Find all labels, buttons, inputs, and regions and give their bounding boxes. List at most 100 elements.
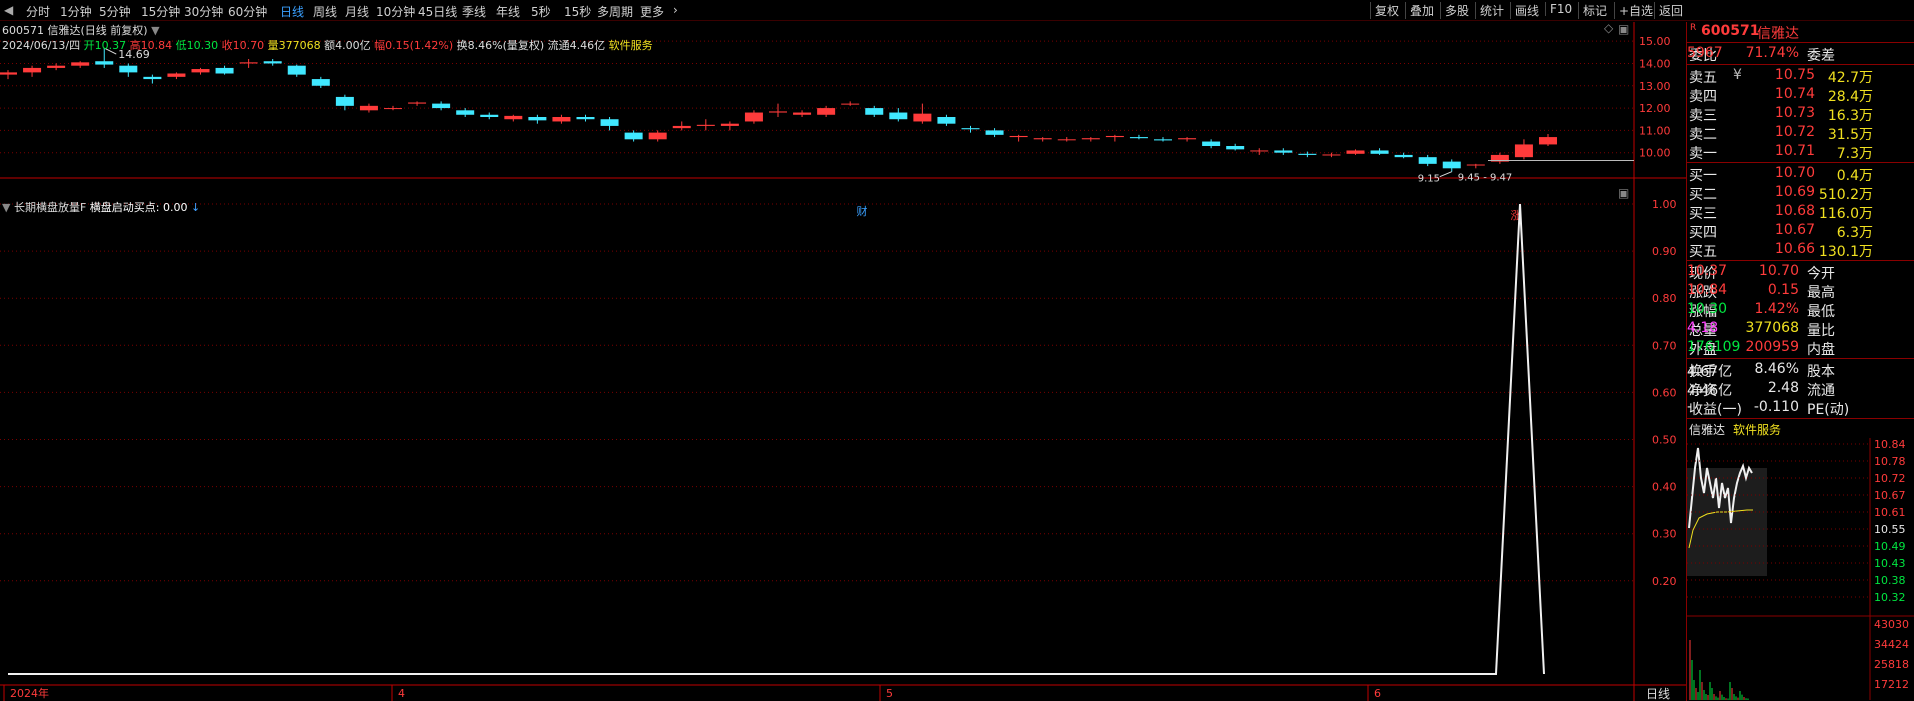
candle-body[interactable] (335, 96, 354, 106)
candle-body[interactable] (624, 132, 643, 140)
info-service[interactable]: 软件服务 (609, 39, 653, 52)
candle-body[interactable] (1514, 144, 1533, 158)
candle-body[interactable] (1322, 154, 1341, 156)
candle-body[interactable] (1346, 150, 1365, 154)
candle-body[interactable] (47, 65, 66, 68)
period-tab-5[interactable]: 60分钟 (228, 3, 267, 20)
mini-service[interactable]: 软件服务 (1733, 421, 1781, 438)
candle-body[interactable] (793, 112, 812, 115)
candle-body[interactable] (359, 105, 378, 111)
candle-body[interactable] (0, 72, 17, 75)
candle-body[interactable] (913, 113, 932, 122)
candle-body[interactable] (384, 108, 402, 110)
period-tab-2[interactable]: 5分钟 (99, 3, 131, 20)
candle-body[interactable] (1129, 137, 1148, 139)
period-tab-4[interactable]: 30分钟 (184, 3, 223, 20)
indicator-name[interactable]: 长期横盘放量F (14, 201, 86, 214)
toolbar-back-icon[interactable]: ◀ (4, 3, 13, 17)
candle-body[interactable] (1226, 146, 1245, 150)
candle-body[interactable] (1539, 137, 1557, 145)
candle-body[interactable] (1178, 138, 1197, 140)
candle-body[interactable] (865, 108, 884, 115)
period-tab-6[interactable]: 日线 (280, 3, 304, 20)
candle-body[interactable] (143, 76, 162, 80)
indicator-toggle-icon[interactable]: ▣ (1618, 186, 1629, 200)
candle-body[interactable] (95, 61, 114, 65)
diamond-icon[interactable]: ◇ (1604, 22, 1614, 35)
candle-body[interactable] (480, 114, 499, 117)
period-tab-8[interactable]: 月线 (345, 3, 369, 20)
candle-body[interactable] (744, 112, 763, 122)
candle-body[interactable] (311, 79, 330, 86)
candle-body[interactable] (672, 125, 691, 129)
candle-body[interactable] (1057, 139, 1076, 141)
period-tab-16[interactable]: 更多 (640, 3, 664, 20)
candle-body[interactable] (720, 123, 739, 126)
candle-body[interactable] (1418, 157, 1437, 164)
candle-body[interactable] (191, 69, 210, 73)
candle-body[interactable] (504, 115, 523, 120)
toolbar-btn-7[interactable]: +自选 (1614, 2, 1657, 19)
candle-body[interactable] (1298, 153, 1317, 155)
toolbar-btn-3[interactable]: 统计 (1475, 2, 1508, 19)
candle-body[interactable] (817, 108, 836, 115)
panel-toggle-icon[interactable]: ▣ (1618, 22, 1629, 36)
candle-body[interactable] (408, 102, 427, 104)
candle-body[interactable] (1442, 161, 1461, 169)
candle-body[interactable] (961, 128, 980, 130)
candle-body[interactable] (119, 65, 138, 73)
period-tab-9[interactable]: 10分钟 (376, 3, 415, 20)
period-tab-7[interactable]: 周线 (313, 3, 337, 20)
candle-body[interactable] (696, 124, 715, 126)
candle-body[interactable] (528, 117, 547, 121)
candle-body[interactable] (600, 119, 619, 126)
toolbar-btn-2[interactable]: 多股 (1440, 2, 1473, 19)
period-tab-14[interactable]: 15秒 (564, 3, 591, 20)
mini-intraday-chart[interactable]: 10.84 10.78 10.72 10.67 10.61 10.55 10.49 10.43… (1687, 438, 1914, 700)
candle-body[interactable] (71, 62, 90, 66)
candle-body[interactable] (769, 111, 787, 113)
candle-body[interactable] (1250, 150, 1269, 152)
candle-body[interactable] (167, 73, 186, 77)
mini-title[interactable]: 信雅达 (1689, 421, 1725, 438)
candle-body[interactable] (937, 117, 956, 124)
candle-body[interactable] (1202, 141, 1221, 146)
candle-body[interactable] (456, 110, 475, 115)
period-tab-12[interactable]: 年线 (496, 3, 520, 20)
period-tab-13[interactable]: 5秒 (531, 3, 551, 20)
toolbar-btn-8[interactable]: 返回 (1654, 2, 1687, 19)
period-tab-1[interactable]: 1分钟 (60, 3, 92, 20)
candle-body[interactable] (287, 65, 306, 75)
period-tab-3[interactable]: 15分钟 (141, 3, 180, 20)
collapse-icon[interactable]: ▼ (151, 24, 159, 37)
toolbar-btn-6[interactable]: 标记 (1578, 2, 1611, 19)
candle-body[interactable] (576, 117, 595, 120)
candle-body[interactable] (432, 103, 451, 109)
period-tab-11[interactable]: 季线 (462, 3, 486, 20)
candle-body[interactable] (841, 103, 860, 105)
period-tab-15[interactable]: 多周期 (597, 3, 633, 20)
candle-body[interactable] (1081, 138, 1100, 140)
toolbar-btn-0[interactable]: 复权 (1370, 2, 1403, 19)
toolbar-btn-4[interactable]: 画线 (1510, 2, 1543, 19)
kline-svg[interactable]: 15.0014.0013.0012.0011.0010.0014.699.15 9… (0, 22, 1686, 701)
candle-body[interactable] (1394, 154, 1413, 158)
candle-body[interactable] (1274, 150, 1293, 153)
candle-body[interactable] (985, 130, 1004, 135)
candle-body[interactable] (1105, 135, 1124, 138)
toolbar-btn-1[interactable]: 叠加 (1405, 2, 1438, 19)
period-tab-0[interactable]: 分时 (26, 3, 50, 20)
candle-body[interactable] (648, 132, 667, 140)
candle-body[interactable] (1009, 135, 1028, 138)
candle-body[interactable] (552, 117, 571, 122)
period-tab-10[interactable]: 45日线 (418, 3, 457, 20)
candle-body[interactable] (1154, 139, 1172, 141)
candle-body[interactable] (263, 61, 282, 64)
candle-body[interactable] (1033, 138, 1052, 140)
toolbar-btn-5[interactable]: F10 (1545, 2, 1576, 16)
candle-body[interactable] (1466, 164, 1485, 166)
candle-body[interactable] (1370, 150, 1389, 154)
candle-body[interactable] (215, 67, 234, 74)
indicator-collapse-icon[interactable]: ▼ (2, 201, 10, 214)
more-chevron-icon[interactable]: › (673, 3, 678, 17)
